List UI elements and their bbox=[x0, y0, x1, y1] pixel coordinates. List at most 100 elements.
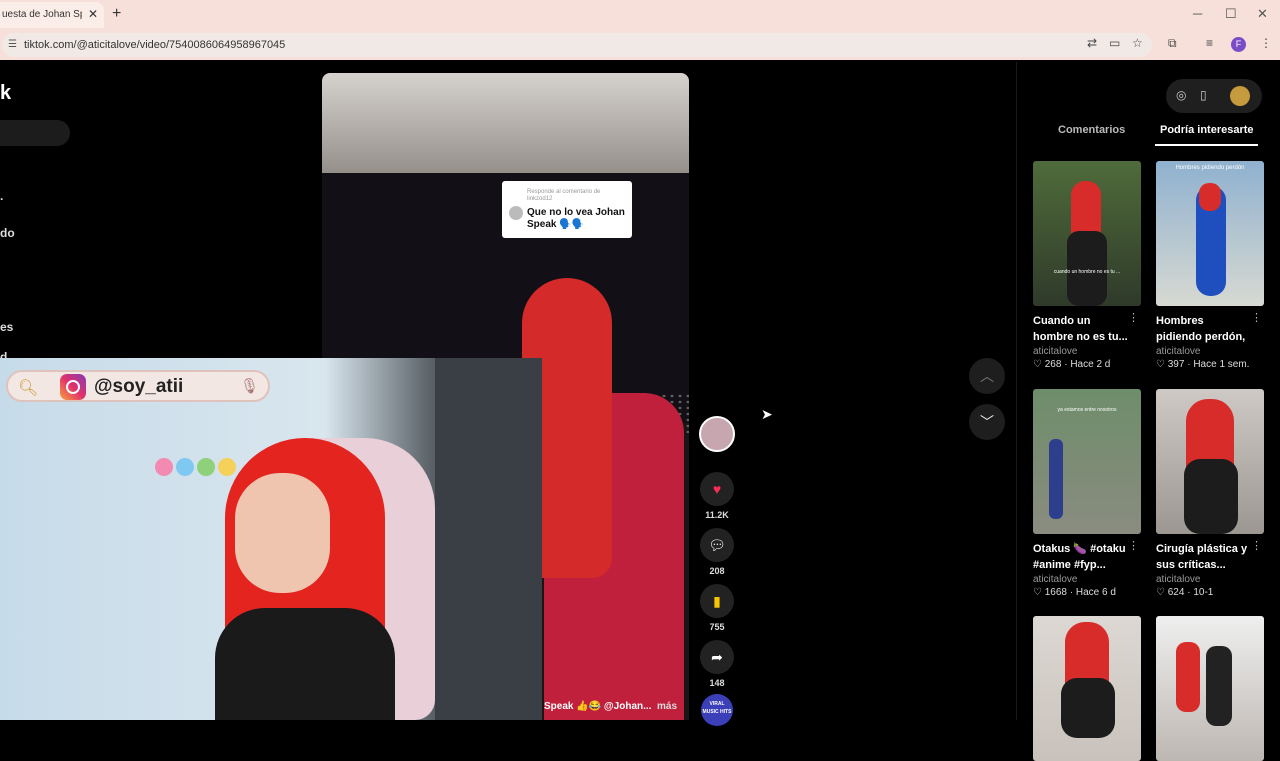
comment-icon[interactable]: 💬︎ bbox=[700, 528, 734, 562]
card-stats: ♡ 1668 · Hace 6 d bbox=[1033, 587, 1116, 598]
minimize-icon[interactable]: ─ bbox=[1193, 6, 1202, 21]
sidebar-item[interactable]: do bbox=[0, 226, 15, 240]
card-title[interactable]: Otakus 🍆 #otaku #anime #fyp... bbox=[1033, 541, 1129, 573]
card-author[interactable]: aticitalove bbox=[1156, 346, 1264, 357]
video-card[interactable]: ya estamos entre nosotros Otakus 🍆 #otak… bbox=[1033, 389, 1141, 598]
video-card[interactable]: cuando un hombre no es tu ... Cuando un … bbox=[1033, 161, 1141, 370]
search-icon: 🔍︎ bbox=[18, 380, 39, 397]
share-count: 148 bbox=[709, 678, 725, 688]
comment-count: 208 bbox=[709, 566, 725, 576]
comment-action[interactable]: 💬︎ 208 bbox=[700, 528, 734, 576]
previous-video-button[interactable]: ︿ bbox=[969, 358, 1005, 394]
video-card[interactable] bbox=[1156, 616, 1264, 761]
video-card[interactable] bbox=[1033, 616, 1141, 761]
site-settings-icon[interactable]: ☰ bbox=[8, 39, 17, 50]
more-options-icon[interactable]: ⋮ bbox=[1128, 539, 1139, 552]
address-bar[interactable]: ☰ tiktok.com/@aticitalove/video/75400860… bbox=[2, 33, 1152, 57]
author-avatar[interactable] bbox=[699, 416, 735, 452]
search-input[interactable] bbox=[0, 120, 70, 146]
video-thumbnail[interactable]: ya estamos entre nosotros bbox=[1033, 389, 1141, 534]
thumbnail-text: Hombres pidiendo perdón bbox=[1175, 165, 1245, 171]
streamer-body bbox=[215, 608, 395, 720]
new-tab-button[interactable]: + bbox=[112, 5, 121, 23]
instagram-icon bbox=[60, 374, 86, 400]
video-thumbnail[interactable]: cuando un hombre no es tu ... bbox=[1033, 161, 1141, 306]
more-options-icon[interactable]: ⋮ bbox=[1251, 311, 1262, 324]
caption-more-link[interactable]: más bbox=[657, 701, 677, 712]
active-tab-indicator bbox=[1155, 144, 1258, 146]
video-thumbnail[interactable]: Hombres pidiendo perdón bbox=[1156, 161, 1264, 306]
device-icon[interactable]: ▯ bbox=[1200, 88, 1207, 102]
reply-comment-card: Responde al comentario de linkzod12 Que … bbox=[502, 181, 632, 238]
card-author[interactable]: aticitalove bbox=[1033, 346, 1141, 357]
browser-tab[interactable]: uesta de Johan Speak ✕ bbox=[0, 2, 104, 28]
save-count: 755 bbox=[709, 622, 725, 632]
card-stats: ♡ 268 · Hace 2 d bbox=[1033, 359, 1111, 370]
card-author[interactable]: aticitalove bbox=[1033, 574, 1141, 585]
card-age: Hace 1 sem. bbox=[1193, 359, 1250, 370]
url-text: tiktok.com/@aticitalove/video/7540086064… bbox=[24, 39, 286, 51]
webcam-door bbox=[435, 358, 542, 720]
card-title[interactable]: Cirugía plástica y sus críticas... bbox=[1156, 541, 1252, 573]
video-thumbnail[interactable] bbox=[1156, 389, 1264, 534]
video-card[interactable]: Hombres pidiendo perdón Hombres pidiendo… bbox=[1156, 161, 1264, 370]
card-age: Hace 2 d bbox=[1070, 359, 1111, 370]
sidebar-item[interactable]: · bbox=[0, 192, 4, 206]
bookmark-star-icon[interactable]: ☆ bbox=[1132, 36, 1143, 50]
save-action[interactable]: ▮ 755 bbox=[700, 584, 734, 632]
more-options-icon[interactable]: ⋮ bbox=[1251, 539, 1262, 552]
reply-text: Que no lo vea Johan Speak 🗣️🗣️ bbox=[527, 207, 625, 230]
user-avatar[interactable] bbox=[1230, 86, 1250, 106]
video-caption: Speak 👍😂 @Johan... bbox=[544, 701, 652, 712]
cast-icon[interactable]: ▭ bbox=[1109, 36, 1120, 50]
video-thumbnail[interactable] bbox=[1033, 616, 1141, 761]
card-age: 10-1 bbox=[1193, 587, 1214, 598]
maximize-icon[interactable]: ☐ bbox=[1225, 6, 1237, 22]
tab-recommended[interactable]: Podría interesarte bbox=[1160, 124, 1254, 136]
card-stats: ♡ 397 · Hace 1 sem. bbox=[1156, 359, 1250, 370]
video-scene-ceiling bbox=[322, 73, 689, 183]
tab-comments[interactable]: Comentarios bbox=[1058, 124, 1125, 136]
card-likes: 268 bbox=[1044, 359, 1062, 370]
video-thumbnail[interactable] bbox=[1156, 616, 1264, 761]
reply-avatar bbox=[509, 206, 523, 220]
profile-avatar[interactable]: F bbox=[1231, 37, 1246, 52]
video-card[interactable]: Cirugía plástica y sus críticas... ⋮ ati… bbox=[1156, 389, 1264, 598]
share-action[interactable]: ➦ 148 bbox=[700, 640, 734, 688]
thumbnail-text: ya estamos entre nosotros bbox=[1057, 407, 1117, 413]
explore-icon[interactable]: ◎ bbox=[1176, 88, 1186, 102]
next-video-button[interactable]: ﹀ bbox=[969, 404, 1005, 440]
mouse-cursor-icon: ➤ bbox=[761, 406, 773, 422]
card-stats: ♡ 624 · 10-1 bbox=[1156, 587, 1214, 598]
thumbnail-text: cuando un hombre no es tu ... bbox=[1053, 269, 1121, 275]
close-window-icon[interactable]: ✕ bbox=[1257, 6, 1268, 22]
card-author[interactable]: aticitalove bbox=[1156, 574, 1264, 585]
bookmark-icon[interactable]: ▮ bbox=[700, 584, 734, 618]
tab-title: uesta de Johan Speak bbox=[2, 9, 82, 20]
like-action[interactable]: ♥ 11.2K bbox=[700, 472, 734, 520]
card-likes: 624 bbox=[1167, 587, 1185, 598]
extensions-icon[interactable]: ⧉ bbox=[1168, 36, 1177, 51]
heart-icon[interactable]: ♥ bbox=[700, 472, 734, 506]
instagram-handle: @soy_atii bbox=[94, 376, 184, 397]
webcam-overlay: 🔍︎ @soy_atii 🎙︎ bbox=[0, 358, 542, 720]
sidebar-item[interactable]: es bbox=[0, 320, 13, 334]
media-control-icon[interactable]: ≡ bbox=[1206, 36, 1213, 50]
card-age: Hace 6 d bbox=[1075, 587, 1116, 598]
more-menu-icon[interactable]: ⋮ bbox=[1260, 36, 1272, 50]
translate-icon[interactable]: ⇄ bbox=[1087, 36, 1097, 50]
microphone-icon: 🎙︎ bbox=[240, 378, 260, 395]
like-count: 11.2K bbox=[705, 510, 729, 520]
streamer-face bbox=[235, 473, 330, 593]
card-likes: 1668 bbox=[1044, 587, 1067, 598]
share-icon[interactable]: ➦ bbox=[700, 640, 734, 674]
card-likes: 397 bbox=[1167, 359, 1185, 370]
instagram-handle-pill: 🔍︎ @soy_atii 🎙︎ bbox=[6, 370, 270, 402]
tiktok-logo[interactable]: k bbox=[0, 82, 11, 105]
music-disc[interactable]: VIRAL MUSIC HITS bbox=[701, 694, 733, 726]
more-options-icon[interactable]: ⋮ bbox=[1128, 311, 1139, 324]
card-title[interactable]: Cuando un hombre no es tu... bbox=[1033, 313, 1129, 345]
card-title[interactable]: Hombres pidiendo perdón, confirme... bbox=[1156, 313, 1252, 345]
reply-header: Responde al comentario de linkzod12 bbox=[527, 189, 601, 202]
close-tab-icon[interactable]: ✕ bbox=[88, 7, 98, 21]
